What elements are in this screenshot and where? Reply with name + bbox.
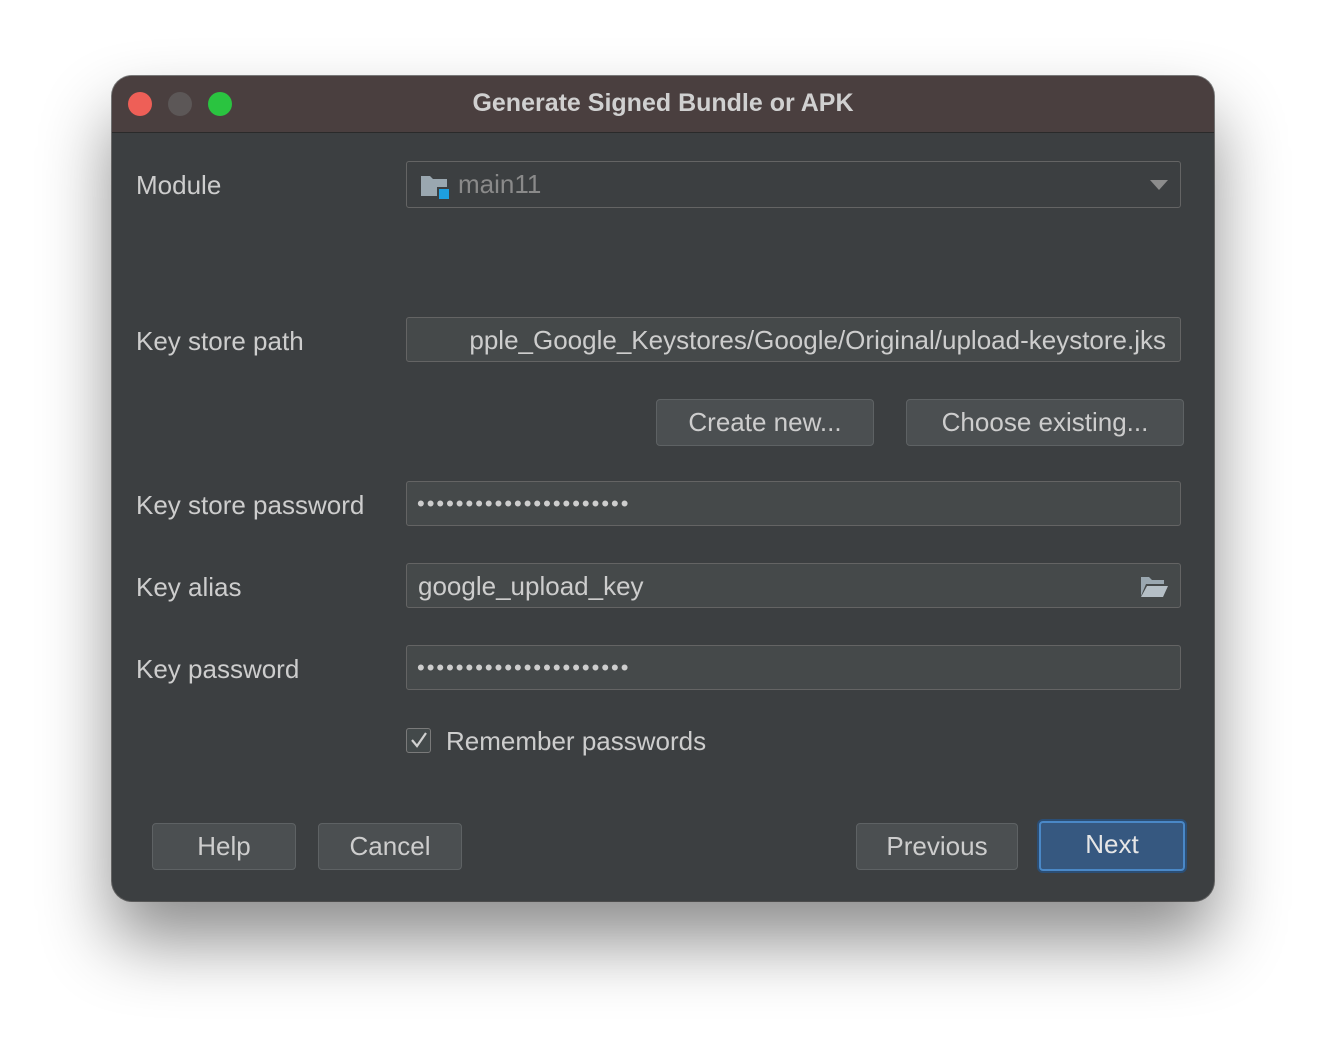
keystore-password-label: Key store password	[136, 490, 365, 520]
next-button[interactable]: Next	[1039, 821, 1185, 871]
chevron-down-icon	[1150, 180, 1168, 190]
key-alias-value: google_upload_key	[418, 571, 644, 601]
window-title: Generate Signed Bundle or APK	[472, 89, 854, 117]
choose-existing-button[interactable]: Choose existing...	[906, 399, 1184, 446]
cancel-button[interactable]: Cancel	[318, 823, 462, 870]
keystore-password-mask: ••••••••••••••••••••••	[417, 491, 631, 516]
module-label: Module	[136, 170, 222, 200]
module-dropdown[interactable]: main11	[406, 161, 1181, 208]
remember-passwords-label[interactable]: Remember passwords	[446, 726, 706, 756]
checkmark-icon	[411, 732, 427, 748]
remember-passwords-checkbox[interactable]	[406, 728, 431, 753]
dialog-window: Generate Signed Bundle or APK Module mai…	[112, 76, 1214, 901]
module-value: main11	[458, 169, 542, 199]
keystore-password-input[interactable]: ••••••••••••••••••••••	[406, 481, 1181, 526]
key-password-label: Key password	[136, 654, 300, 684]
keystore-path-value: pple_Google_Keystores/Google/Original/up…	[469, 325, 1166, 355]
keystore-path-label: Key store path	[136, 326, 304, 356]
title-bar: Generate Signed Bundle or APK	[112, 76, 1214, 133]
keystore-path-input[interactable]: pple_Google_Keystores/Google/Original/up…	[406, 317, 1181, 362]
key-password-mask: ••••••••••••••••••••••	[417, 655, 631, 680]
previous-button[interactable]: Previous	[856, 823, 1018, 870]
folder-open-icon[interactable]	[1139, 574, 1169, 598]
create-new-button[interactable]: Create new...	[656, 399, 874, 446]
module-folder-icon	[421, 176, 449, 199]
key-password-input[interactable]: ••••••••••••••••••••••	[406, 645, 1181, 690]
key-alias-input[interactable]: google_upload_key	[406, 563, 1181, 608]
key-alias-label: Key alias	[136, 572, 242, 602]
help-button[interactable]: Help	[152, 823, 296, 870]
